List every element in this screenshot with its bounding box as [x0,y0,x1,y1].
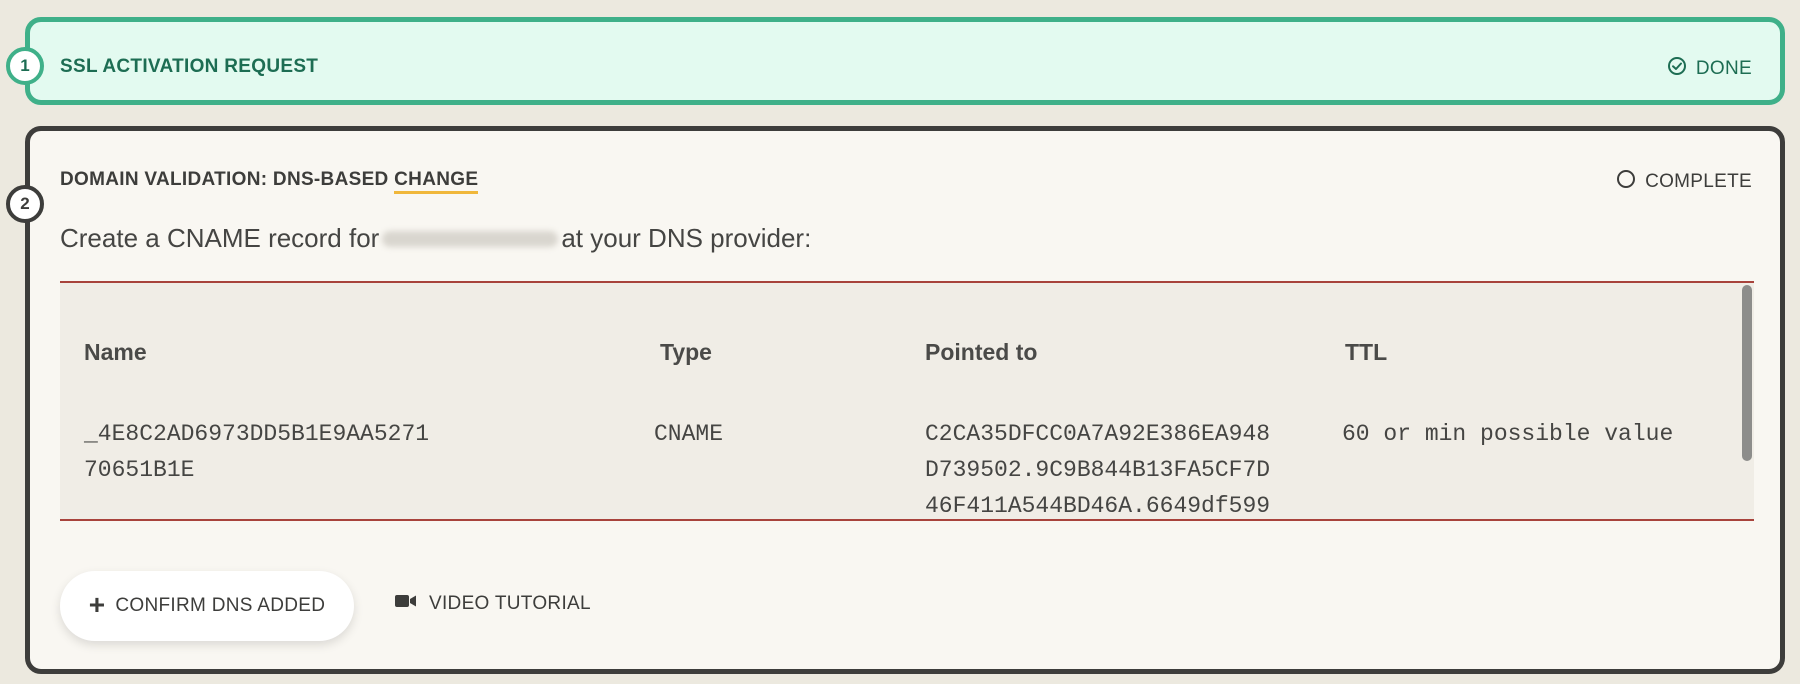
table-scrollbar[interactable] [1742,285,1752,461]
video-tutorial-label: VIDEO TUTORIAL [429,593,591,614]
step-number-badge: 1 [6,47,44,85]
cell-ttl: 60 or min possible value [1342,421,1674,447]
check-circle-icon [1667,56,1687,82]
step-title: DOMAIN VALIDATION: DNS-BASED CHANGE [60,169,479,194]
step-title-text: DOMAIN VALIDATION: DNS-BASED [60,169,395,190]
instruction-text: Create a CNAME record for at your DNS pr… [60,223,811,254]
confirm-button-label: CONFIRM DNS ADDED [115,595,326,616]
instruction-after: at your DNS provider: [561,223,812,253]
dns-record-table: Name Type Pointed to TTL _4E8C2AD6973DD5… [60,281,1754,521]
video-camera-icon [394,593,418,615]
cell-pointed-to: C2CA35DFCC0A7A92E386EA948 D739502.9C9B84… [925,421,1271,519]
confirm-dns-added-button[interactable]: + CONFIRM DNS ADDED [60,571,354,641]
column-header-pointed-to: Pointed to [925,339,1038,365]
column-header-type: Type [660,339,712,365]
empty-circle-icon [1616,169,1636,195]
step-domain-validation-card: DOMAIN VALIDATION: DNS-BASED CHANGE COMP… [25,126,1785,674]
cell-record-name: _4E8C2AD6973DD5B1E9AA5271 70651B1E [84,421,430,483]
step-number-badge: 2 [6,185,44,223]
video-tutorial-link[interactable]: VIDEO TUTORIAL [394,593,591,615]
status-label: DONE [1695,58,1752,79]
step-ssl-activation-card: SSL ACTIVATION REQUEST DONE [25,17,1785,105]
cell-record-type: CNAME [654,421,724,447]
plus-icon: + [88,588,106,620]
status-label: COMPLETE [1645,171,1752,192]
step-title-accent: CHANGE [394,169,479,194]
instruction-before: Create a CNAME record for [60,223,380,253]
step-status-complete[interactable]: COMPLETE [1616,169,1752,195]
column-header-ttl: TTL [1345,339,1388,365]
step-status-done: DONE [1667,56,1752,82]
redacted-domain [382,230,559,247]
step-title: SSL ACTIVATION REQUEST [60,56,319,77]
column-header-name: Name [84,339,147,365]
